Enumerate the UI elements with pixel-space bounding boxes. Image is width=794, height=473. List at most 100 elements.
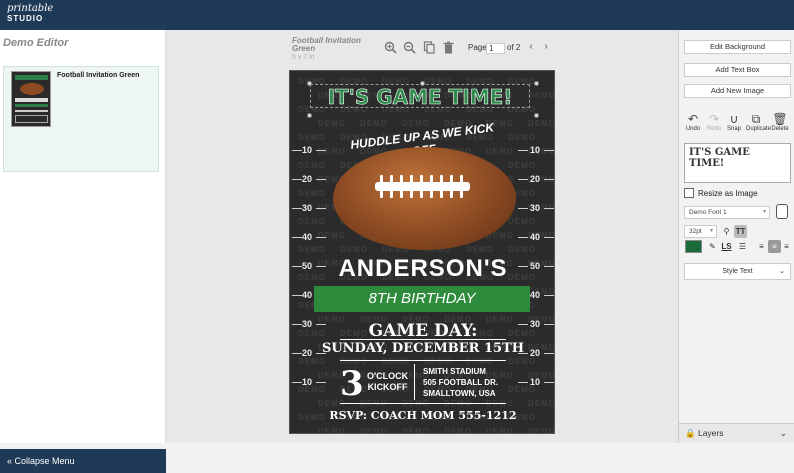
banner-text-box[interactable]: IT'S GAME TIME! bbox=[310, 84, 530, 109]
football-stitch bbox=[460, 175, 463, 198]
yard-label-left: 40 bbox=[302, 232, 313, 242]
text-color-swatch[interactable] bbox=[685, 240, 702, 253]
resize-handle-top-right[interactable] bbox=[534, 81, 539, 86]
snap-button[interactable]: ∪ Snap bbox=[724, 112, 744, 133]
font-lock-icon[interactable] bbox=[776, 204, 788, 219]
undo-label: Undo bbox=[685, 126, 701, 132]
time-number[interactable]: 3 bbox=[340, 364, 364, 404]
app-logo[interactable]: printable STUDIO bbox=[7, 4, 53, 24]
time-text[interactable]: O'CLOCK KICKOFF bbox=[367, 371, 408, 393]
link-icon[interactable]: ⚲ bbox=[720, 225, 733, 238]
demo-watermark: DEMO bbox=[444, 427, 472, 434]
demo-watermark: DEMO bbox=[528, 427, 555, 434]
undo-button[interactable]: ↶ Undo bbox=[683, 113, 703, 133]
font-select[interactable]: Demo Font 1 ▾ bbox=[684, 206, 770, 219]
yard-tick bbox=[316, 237, 326, 238]
resize-handle-top[interactable] bbox=[420, 81, 425, 86]
yard-tick bbox=[544, 179, 554, 180]
template-thumbnail-card[interactable]: Football Invitation Green bbox=[3, 66, 159, 172]
collapse-menu-button[interactable]: « Collapse Menu bbox=[0, 449, 166, 473]
collapse-menu-label: Collapse Menu bbox=[14, 456, 75, 466]
redo-button[interactable]: ↷ Redo bbox=[704, 112, 724, 133]
demo-watermark: DEMO bbox=[360, 119, 388, 128]
invitation-canvas[interactable]: DEMO DEMO DEMO DEMO DEMO DEMO DEMO DEMO DEMO DEMO… bbox=[289, 70, 555, 434]
logo-text-script: printable bbox=[7, 3, 54, 14]
duplicate-label: Duplicate bbox=[746, 126, 772, 132]
yard-tick bbox=[544, 382, 554, 383]
template-thumbnail-image[interactable] bbox=[11, 71, 51, 127]
style-text-dropdown[interactable]: Style Text ⌄ bbox=[684, 263, 791, 280]
football-image[interactable] bbox=[333, 147, 516, 250]
football-stitch bbox=[430, 175, 433, 198]
demo-watermark: DEMO bbox=[508, 357, 536, 366]
add-text-box-button[interactable]: Add Text Box bbox=[684, 63, 791, 77]
edit-background-button[interactable]: Edit Background bbox=[684, 40, 791, 54]
style-text-label: Style Text bbox=[722, 268, 753, 275]
zoom-in-icon[interactable] bbox=[383, 41, 397, 55]
yard-label-right: 20 bbox=[530, 174, 541, 184]
football-stitch bbox=[380, 175, 383, 198]
game-day-text[interactable]: GAME DAY: bbox=[290, 321, 554, 341]
demo-watermark: DEMO bbox=[486, 427, 514, 434]
yard-tick bbox=[292, 237, 302, 238]
demo-watermark: DEMO bbox=[466, 245, 494, 254]
name-text[interactable]: ANDERSON'S bbox=[290, 255, 554, 283]
yard-label-right: 30 bbox=[530, 203, 541, 213]
demo-watermark: DEMO bbox=[508, 161, 536, 170]
time-line-1: O'CLOCK bbox=[367, 371, 409, 381]
yard-label-right: 10 bbox=[530, 145, 541, 155]
football-stitch bbox=[450, 175, 453, 198]
birthday-ribbon[interactable]: 8TH BIRTHDAY bbox=[314, 286, 530, 312]
yard-tick bbox=[316, 179, 326, 180]
eyedropper-icon[interactable]: ✎ bbox=[706, 240, 719, 253]
yard-tick bbox=[518, 382, 528, 383]
resize-handle-top-left[interactable] bbox=[307, 81, 312, 86]
list-icon[interactable]: ☰ bbox=[736, 240, 749, 253]
duplicate-icon: ⧉ bbox=[751, 112, 761, 126]
text-transform-icon[interactable]: TT bbox=[734, 225, 747, 238]
trash-icon: 🗑 bbox=[772, 112, 788, 126]
rsvp-text[interactable]: RSVP: COACH MOM 555-1212 bbox=[290, 409, 554, 422]
chevron-down-icon: ⌄ bbox=[779, 268, 785, 275]
resize-as-image-label: Resize as Image bbox=[698, 189, 758, 198]
page-number-input[interactable]: 1 bbox=[486, 43, 505, 54]
redo-label: Redo bbox=[706, 126, 722, 132]
yard-label-right: 10 bbox=[530, 377, 541, 387]
duplicate-button[interactable]: ⧉ Duplicate bbox=[746, 112, 771, 133]
demo-watermark: DEMO bbox=[402, 427, 430, 434]
resize-handle-bottom-right[interactable] bbox=[534, 113, 539, 118]
text-content-field[interactable]: IT'S GAME TIME! bbox=[684, 143, 791, 183]
align-left-icon[interactable]: ≡ bbox=[755, 240, 768, 253]
thumb-name bbox=[15, 98, 48, 102]
date-text[interactable]: SUNDAY, DECEMBER 15TH bbox=[290, 341, 554, 356]
layers-panel-toggle[interactable]: 🔒 Layers ⌄ bbox=[679, 423, 794, 443]
yard-tick bbox=[292, 208, 302, 209]
trash-icon[interactable] bbox=[441, 41, 455, 55]
document-title: Football Invitation Green bbox=[292, 36, 361, 53]
prev-page-chevron-left-icon[interactable]: ‹ bbox=[525, 41, 537, 53]
demo-watermark: DEMO bbox=[508, 217, 536, 226]
demo-watermark: DEMO bbox=[298, 357, 326, 366]
yard-label-right: 40 bbox=[530, 232, 541, 242]
divider-line bbox=[340, 339, 506, 340]
thumb-details bbox=[15, 115, 48, 123]
yard-tick bbox=[292, 382, 302, 383]
demo-watermark: DEMO bbox=[360, 427, 388, 434]
copy-icon[interactable] bbox=[422, 41, 436, 55]
thumb-line bbox=[15, 110, 48, 112]
resize-handle-bottom-left[interactable] bbox=[307, 113, 312, 118]
zoom-out-icon[interactable] bbox=[402, 41, 416, 55]
add-new-image-button[interactable]: Add New Image bbox=[684, 84, 791, 98]
redo-icon: ↷ bbox=[708, 112, 720, 126]
venue-line-3: SMALLTOWN, USA bbox=[423, 389, 496, 398]
font-size-select[interactable]: 32pt ▾ bbox=[684, 225, 717, 238]
align-right-icon[interactable]: ≡ bbox=[780, 240, 793, 253]
yard-tick bbox=[518, 237, 528, 238]
next-page-chevron-right-icon[interactable]: › bbox=[540, 41, 552, 53]
delete-button[interactable]: 🗑 Delete bbox=[770, 112, 790, 133]
letter-spacing-icon[interactable]: LS bbox=[720, 240, 733, 253]
magnet-icon: ∪ bbox=[729, 112, 739, 126]
demo-watermark: DEMO bbox=[298, 133, 326, 142]
resize-as-image-checkbox[interactable] bbox=[684, 188, 694, 198]
venue-text[interactable]: SMITH STADIUM 505 FOOTBALL DR. SMALLTOWN… bbox=[423, 366, 498, 399]
